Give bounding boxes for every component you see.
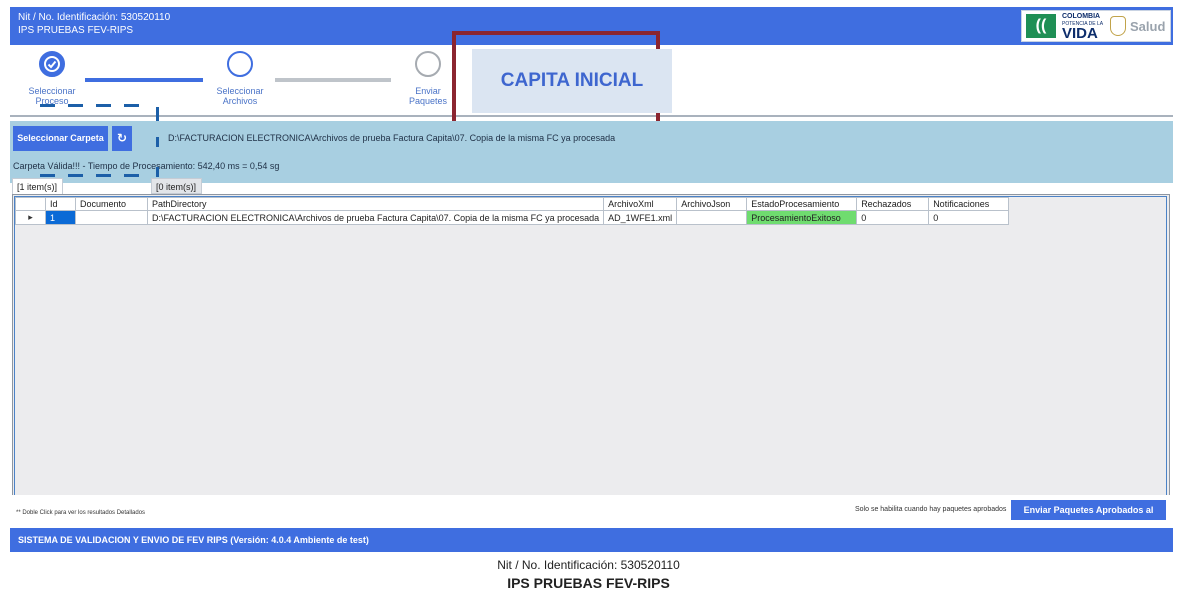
folder-path: D:\FACTURACION ELECTRONICA\Archivos de p… bbox=[168, 133, 616, 143]
step-1-label: Seleccionar Proceso bbox=[28, 86, 76, 106]
dashed-annotation-side bbox=[156, 107, 159, 121]
col-documento[interactable]: Documento bbox=[75, 197, 148, 211]
logo-colombia: COLOMBIA bbox=[1062, 13, 1101, 20]
logo-vida: VIDA bbox=[1062, 25, 1098, 42]
step-connector-done bbox=[85, 78, 203, 82]
cell-id[interactable]: 1 bbox=[45, 210, 76, 225]
step-2-circle-icon[interactable] bbox=[227, 51, 253, 77]
cell-documento[interactable] bbox=[75, 210, 148, 225]
shield-icon bbox=[1110, 16, 1126, 36]
col-xml[interactable]: ArchivoXml bbox=[603, 197, 678, 211]
highlight-frame: CAPITA INICIAL bbox=[452, 31, 672, 127]
step-1-check-icon[interactable] bbox=[39, 51, 65, 77]
table-header-row: Id Documento PathDirectory ArchivoXml Ar… bbox=[15, 197, 1010, 211]
results-grid-panel: Id Documento PathDirectory ArchivoXml Ar… bbox=[12, 194, 1170, 522]
dashed-annotation-top bbox=[96, 104, 111, 107]
dashed-annotation-side bbox=[156, 167, 159, 177]
cell-json[interactable] bbox=[676, 210, 748, 225]
dashed-annotation-bottom bbox=[68, 174, 83, 177]
logo-mark: (( bbox=[1026, 14, 1056, 38]
step-connector-pending bbox=[275, 78, 391, 82]
colombia-logo-icon: (( COLOMBIA POTENCIA DE LA VIDA Salud bbox=[1021, 10, 1171, 42]
col-notificaciones[interactable]: Notificaciones bbox=[928, 197, 1010, 211]
step-2-label: Seleccionar Archivos bbox=[216, 86, 264, 106]
results-table: Id Documento PathDirectory ArchivoXml Ar… bbox=[15, 197, 1010, 225]
footer-strip: ** Doble Click para ver los resultados D… bbox=[10, 495, 1173, 523]
select-folder-button[interactable]: Seleccionar Carpeta bbox=[13, 126, 108, 151]
col-json[interactable]: ArchivoJson bbox=[676, 197, 748, 211]
system-status-bar: SISTEMA DE VALIDACION Y ENVIO DE FEV RIP… bbox=[10, 528, 1173, 552]
toolbar: Seleccionar Carpeta ↻ D:\FACTURACION ELE… bbox=[10, 121, 1173, 183]
below-ips: IPS PRUEBAS FEV-RIPS bbox=[507, 575, 670, 591]
below-nit: Nit / No. Identificación: 530520110 bbox=[497, 558, 680, 572]
dashed-annotation-bottom bbox=[96, 174, 111, 177]
cell-rechazados[interactable]: 0 bbox=[856, 210, 930, 225]
header-nit: Nit / No. Identificación: 530520110 bbox=[18, 12, 171, 23]
table-row[interactable]: ▸ 1 D:\FACTURACION ELECTRONICA\Archivos … bbox=[15, 210, 1010, 225]
app-window: Nit / No. Identificación: 530520110 IPS … bbox=[10, 7, 1173, 552]
col-path[interactable]: PathDirectory bbox=[146, 197, 605, 211]
row-indicator-icon: ▸ bbox=[15, 210, 46, 225]
refresh-icon[interactable]: ↻ bbox=[112, 126, 132, 151]
dashed-annotation-top bbox=[40, 104, 55, 107]
status-text: Carpeta Válida!!! - Tiempo de Procesamie… bbox=[13, 161, 280, 171]
cell-estado[interactable]: ProcesamientoExitoso bbox=[746, 210, 858, 225]
col-rechazados[interactable]: Rechazados bbox=[856, 197, 930, 211]
cell-path[interactable]: D:\FACTURACION ELECTRONICA\Archivos de p… bbox=[146, 210, 605, 225]
capita-banner: CAPITA INICIAL bbox=[472, 49, 672, 113]
header-ips: IPS PRUEBAS FEV-RIPS bbox=[18, 25, 134, 36]
dashed-annotation-top bbox=[124, 104, 139, 107]
send-approved-button[interactable]: Enviar Paquetes Aprobados al bbox=[1011, 500, 1166, 520]
cell-xml[interactable]: AD_1WFE1.xml bbox=[603, 210, 678, 225]
col-id[interactable]: Id bbox=[45, 197, 76, 211]
below-footer: Nit / No. Identificación: 530520110 IPS … bbox=[0, 552, 1177, 591]
results-grid[interactable]: Id Documento PathDirectory ArchivoXml Ar… bbox=[14, 196, 1167, 518]
cell-notificaciones[interactable]: 0 bbox=[928, 210, 1010, 225]
tab-pre-validacion-no-exitosa[interactable]: [0 item(s)] Pre-Validación No Exitosa bbox=[151, 178, 202, 240]
dashed-annotation-bottom bbox=[40, 174, 55, 177]
step-3-circle-icon[interactable] bbox=[415, 51, 441, 77]
logo-salud: Salud bbox=[1130, 19, 1166, 34]
col-indicator bbox=[15, 197, 46, 211]
hint-double-click: ** Doble Click para ver los resultados D… bbox=[16, 510, 146, 516]
dashed-annotation-side bbox=[156, 137, 159, 147]
col-estado[interactable]: EstadoProcesamiento bbox=[746, 197, 858, 211]
dashed-annotation-top bbox=[68, 104, 83, 107]
dashed-annotation-bottom bbox=[124, 174, 139, 177]
tab-pre-validacion-exitosa[interactable]: [1 item(s)] Pre-Validación Exitosa bbox=[12, 178, 63, 228]
hint-approved-only: Solo se habilita cuando hay paquetes apr… bbox=[855, 506, 1007, 513]
